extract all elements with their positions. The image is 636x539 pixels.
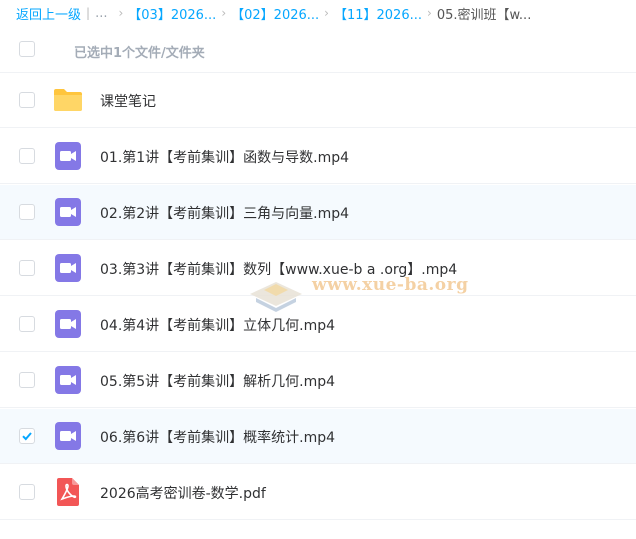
breadcrumb-separator-icon: › <box>221 6 227 20</box>
folder-icon <box>54 89 82 111</box>
file-name[interactable]: 06.第6讲【考前集训】概率统计.mp4 <box>100 427 335 447</box>
breadcrumb-ellipsis[interactable]: ... <box>95 6 107 21</box>
video-file-icon <box>55 142 81 170</box>
select-all-checkbox[interactable] <box>19 41 35 57</box>
file-name[interactable]: 04.第4讲【考前集训】立体几何.mp4 <box>100 315 335 335</box>
row-checkbox[interactable] <box>19 484 35 500</box>
file-name[interactable]: 01.第1讲【考前集训】函数与导数.mp4 <box>100 147 349 167</box>
file-row[interactable]: 2026高考密训卷-数学.pdf <box>0 465 636 520</box>
breadcrumb-divider: | <box>86 6 91 20</box>
video-file-icon <box>55 254 81 282</box>
row-checkbox[interactable] <box>19 372 35 388</box>
video-file-icon <box>55 422 81 450</box>
breadcrumb-item[interactable]: 【02】2026... <box>231 4 319 23</box>
pdf-file-icon <box>57 478 79 506</box>
file-list-header: 已选中1个文件/文件夹 <box>0 26 636 73</box>
row-checkbox[interactable] <box>19 428 35 444</box>
video-file-icon <box>55 366 81 394</box>
row-checkbox[interactable] <box>19 148 35 164</box>
breadcrumb-separator-icon: › <box>118 6 124 20</box>
file-row[interactable]: 06.第6讲【考前集训】概率统计.mp4 <box>0 409 636 464</box>
file-name[interactable]: 05.第5讲【考前集训】解析几何.mp4 <box>100 371 335 391</box>
breadcrumb-separator-icon: › <box>427 6 432 20</box>
back-link[interactable]: 返回上一级 <box>16 4 81 23</box>
file-name[interactable]: 2026高考密训卷-数学.pdf <box>100 483 266 503</box>
checkmark-icon <box>22 432 32 441</box>
file-name[interactable]: 课堂笔记 <box>100 91 156 111</box>
row-checkbox[interactable] <box>19 204 35 220</box>
breadcrumb-separator-icon: › <box>324 6 329 20</box>
row-checkbox[interactable] <box>19 260 35 276</box>
file-row[interactable]: 课堂笔记 <box>0 73 636 128</box>
video-file-icon <box>55 198 81 226</box>
file-row[interactable]: 02.第2讲【考前集训】三角与向量.mp4 <box>0 185 636 240</box>
file-name[interactable]: 02.第2讲【考前集训】三角与向量.mp4 <box>100 203 349 223</box>
watermark-text: www.xue-ba.org <box>312 275 469 295</box>
file-row[interactable]: 05.第5讲【考前集训】解析几何.mp4 <box>0 353 636 408</box>
breadcrumb-current: 05.密训班【w... <box>436 7 532 23</box>
breadcrumb-item[interactable]: 【03】2026... <box>128 4 216 23</box>
row-checkbox[interactable] <box>19 92 35 108</box>
breadcrumb-item[interactable]: 【11】2026... <box>334 4 422 23</box>
video-file-icon <box>55 310 81 338</box>
file-row[interactable]: 01.第1讲【考前集训】函数与导数.mp4 <box>0 129 636 184</box>
selection-count-text: 已选中1个文件/文件夹 <box>74 46 205 61</box>
breadcrumb: 返回上一级 | ... › 【03】2026... › 【02】2026... … <box>16 0 628 26</box>
file-row[interactable]: 04.第4讲【考前集训】立体几何.mp4 <box>0 297 636 352</box>
row-checkbox[interactable] <box>19 316 35 332</box>
